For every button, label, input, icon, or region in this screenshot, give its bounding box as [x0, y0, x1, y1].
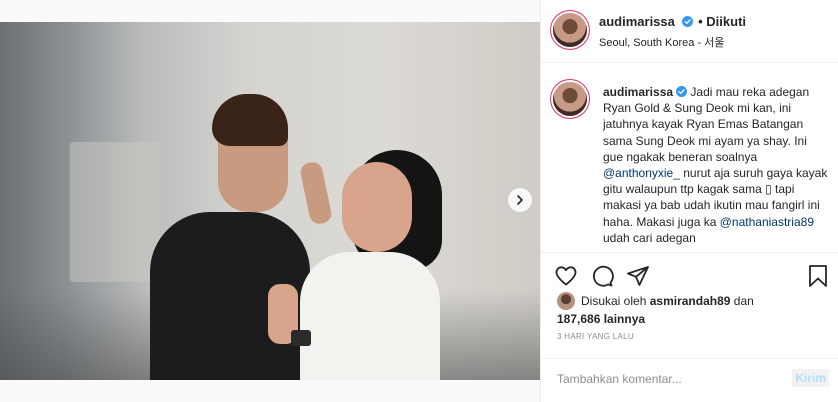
- caption-section: audimarissa Jadi mau reka adegan Ryan Go…: [541, 64, 838, 252]
- comment-input[interactable]: [557, 372, 767, 386]
- post-side-panel: audimarissa • Diikuti Seoul, South Korea…: [540, 0, 838, 402]
- liker-avatar: [557, 292, 575, 310]
- likes-count-link[interactable]: 187,686 lainnya: [557, 312, 645, 326]
- liker-username[interactable]: asmirandah89: [650, 294, 731, 308]
- location-link[interactable]: Seoul, South Korea - 서울: [599, 34, 724, 50]
- caption-body-part-3: udah cari adegan: [603, 230, 696, 245]
- author-row: audimarissa • Diikuti: [599, 14, 746, 29]
- post-header: audimarissa • Diikuti Seoul, South Korea…: [541, 0, 838, 63]
- post-actions-bar: [541, 252, 838, 296]
- photo-watch: [291, 330, 311, 346]
- follow-status-button[interactable]: • Diikuti: [698, 14, 746, 29]
- photo-background-door: [70, 142, 160, 282]
- likes-summary: Disukai oleh asmirandah89 dan 187,686 la…: [557, 292, 827, 328]
- verified-badge-icon: [681, 16, 693, 27]
- photo-woman-head: [342, 162, 412, 252]
- author-username[interactable]: audimarissa: [599, 14, 675, 29]
- bookmark-icon: [809, 265, 827, 287]
- post-timestamp[interactable]: 3 HARI YANG LALU: [557, 332, 634, 341]
- chevron-right-icon: [517, 195, 523, 205]
- like-button[interactable]: [553, 263, 579, 289]
- photo-woman-body: [300, 252, 440, 380]
- caption-author-username[interactable]: audimarissa: [603, 85, 673, 99]
- verified-badge-icon: [676, 86, 688, 97]
- share-button[interactable]: [625, 263, 651, 289]
- comment-button[interactable]: [589, 263, 615, 289]
- post-photo[interactable]: [0, 22, 540, 380]
- caption-mention-nathaniastria[interactable]: @nathaniastria89: [720, 215, 814, 229]
- caption-author-avatar[interactable]: [553, 82, 587, 116]
- author-avatar[interactable]: [553, 13, 587, 47]
- comment-bubble-icon: [592, 265, 614, 287]
- comment-bar: Kirim: [541, 358, 838, 402]
- carousel-next-button[interactable]: [508, 188, 532, 212]
- post-comment-button[interactable]: Kirim: [792, 369, 829, 387]
- save-button[interactable]: [805, 263, 831, 289]
- caption-text: audimarissa Jadi mau reka adegan Ryan Go…: [603, 84, 829, 246]
- caption-mention-anthonyxie[interactable]: @anthonyxie_: [603, 166, 680, 180]
- likes-prefix: Disukai oleh: [581, 294, 647, 308]
- paper-plane-icon: [627, 266, 649, 286]
- likes-conj: dan: [733, 294, 754, 308]
- heart-icon: [555, 266, 577, 286]
